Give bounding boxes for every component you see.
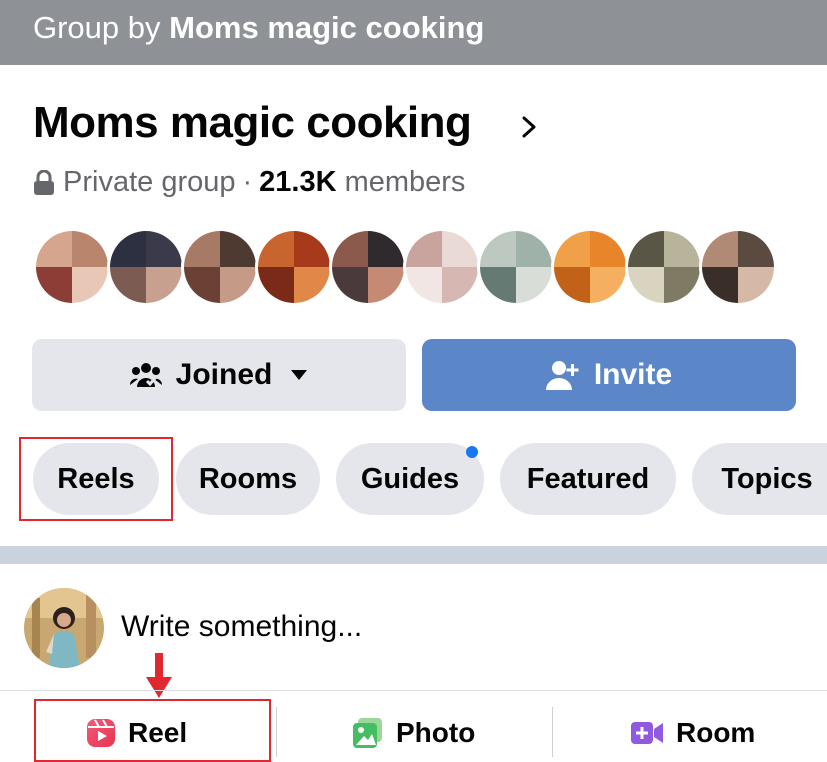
avatar[interactable] xyxy=(551,228,629,306)
avatar[interactable] xyxy=(625,228,703,306)
avatar[interactable] xyxy=(107,228,185,306)
privacy-label: Private group xyxy=(63,166,236,198)
group-members-icon xyxy=(129,363,162,387)
tab-featured-label: Featured xyxy=(526,462,650,495)
user-avatar[interactable] xyxy=(24,588,104,668)
room-icon xyxy=(631,722,663,744)
meta-separator: · xyxy=(242,166,253,198)
invite-label: Invite xyxy=(593,358,673,391)
avatar[interactable] xyxy=(699,228,777,306)
avatar[interactable] xyxy=(33,228,111,306)
separator xyxy=(552,707,553,757)
tab-guides-label: Guides xyxy=(360,462,460,495)
members-label[interactable]: members xyxy=(345,166,466,199)
reel-button-highlight xyxy=(34,699,271,762)
caret-down-icon xyxy=(291,370,308,380)
top-bar-prefix: Group by xyxy=(33,10,161,45)
top-bar: Group by Moms magic cooking xyxy=(0,0,827,65)
top-bar-group-name: Moms magic cooking xyxy=(169,10,485,45)
tab-rooms[interactable]: Rooms xyxy=(176,443,320,515)
tab-topics[interactable]: Topics xyxy=(692,443,827,515)
tab-guides[interactable]: Guides xyxy=(336,443,484,515)
avatar[interactable] xyxy=(255,228,333,306)
user-photo xyxy=(24,588,104,668)
avatar[interactable] xyxy=(181,228,259,306)
group-title[interactable]: Moms magic cooking xyxy=(33,98,472,148)
section-divider xyxy=(0,546,827,564)
member-count[interactable]: 21.3K xyxy=(259,166,336,199)
tab-featured[interactable]: Featured xyxy=(500,443,676,515)
avatar[interactable] xyxy=(477,228,555,306)
room-button[interactable]: Room xyxy=(630,703,755,762)
lock-icon xyxy=(34,169,54,195)
avatar[interactable] xyxy=(403,228,481,306)
chevron-right-icon[interactable] xyxy=(518,112,540,142)
invite-button[interactable]: Invite xyxy=(422,339,796,411)
room-label: Room xyxy=(676,717,756,748)
top-bar-title: Group by Moms magic cooking xyxy=(33,10,484,46)
photo-button[interactable]: Photo xyxy=(352,703,475,762)
group-meta: Private group · 21.3K members xyxy=(33,166,465,199)
composer-input[interactable]: Write something... xyxy=(121,610,362,644)
create-bar: Reel Photo Room xyxy=(0,690,827,762)
joined-label: Joined xyxy=(175,358,273,391)
tab-topics-label: Topics xyxy=(721,462,813,495)
avatar[interactable] xyxy=(329,228,407,306)
reels-tab-highlight xyxy=(19,437,173,521)
photo-icon xyxy=(353,718,382,748)
separator xyxy=(276,707,277,757)
tab-rooms-label: Rooms xyxy=(198,462,298,495)
photo-label: Photo xyxy=(396,717,476,748)
notification-dot xyxy=(466,446,478,458)
add-person-icon xyxy=(545,361,579,390)
joined-button[interactable]: Joined xyxy=(32,339,406,411)
